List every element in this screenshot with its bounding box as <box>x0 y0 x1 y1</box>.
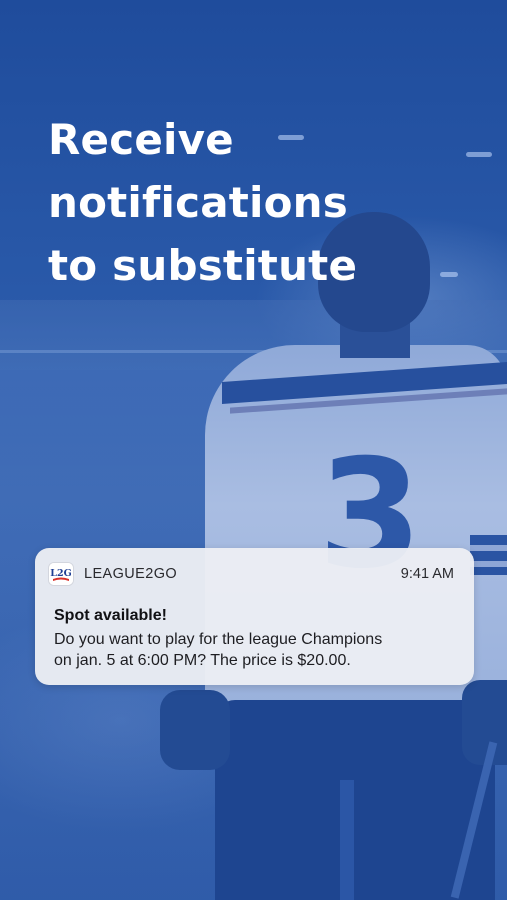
league2go-logo-icon: L2G <box>49 563 73 585</box>
player-pants <box>215 700 495 900</box>
notification-body-line: on jan. 5 at 6:00 PM? The price is $20.0… <box>54 652 351 669</box>
app-name: LEAGUE2GO <box>84 566 178 582</box>
logo-lettering: L2G <box>50 568 71 579</box>
sleeve-stripe <box>470 535 507 575</box>
player-glove <box>160 690 230 770</box>
notification-body: Do you want to play for the league Champ… <box>54 629 459 671</box>
notification-time: 9:41 AM <box>400 566 454 582</box>
notification-body-line: Do you want to play for the league Champ… <box>54 631 383 648</box>
notification-header: L2G LEAGUE2GO 9:41 AM <box>49 563 460 585</box>
push-notification-card[interactable]: L2G LEAGUE2GO 9:41 AM Spot available! Do… <box>35 548 474 685</box>
headline-line: to substitute <box>48 241 358 290</box>
headline: Receive notifications to substitute <box>48 108 468 297</box>
player-glove <box>462 680 507 765</box>
headline-line: notifications <box>48 178 348 227</box>
onboarding-screen: 3 Receive notifications to substitute L2… <box>0 0 507 900</box>
notification-title: Spot available! <box>54 607 167 624</box>
ceiling-light <box>466 152 492 157</box>
headline-line: Receive <box>48 115 234 164</box>
leg-gap <box>340 780 354 900</box>
